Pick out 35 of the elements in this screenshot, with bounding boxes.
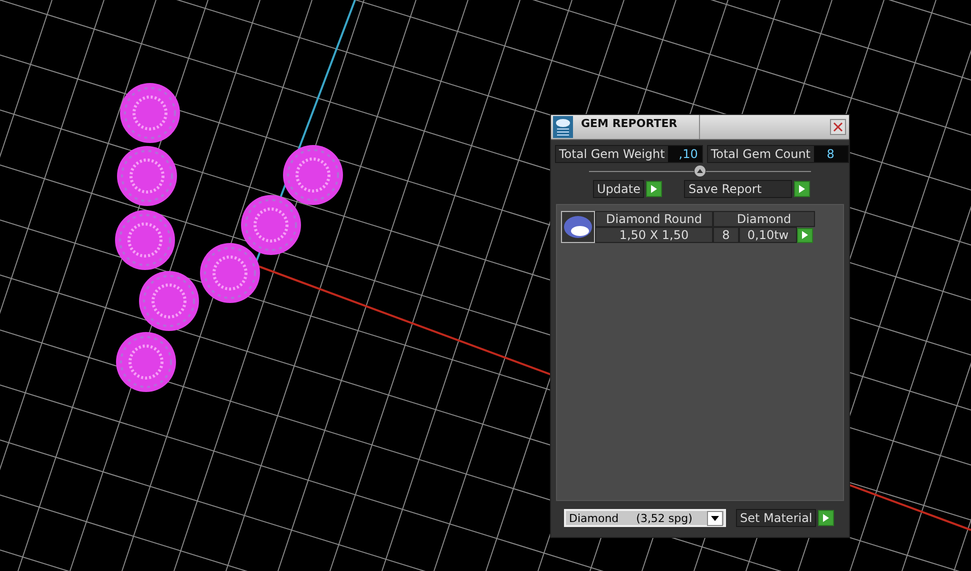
collapse-icon[interactable] [694, 165, 706, 177]
go-button[interactable] [818, 510, 834, 526]
action-button[interactable]: Update [593, 180, 644, 198]
window-title: GEM REPORTER [580, 116, 678, 130]
go-button[interactable] [797, 228, 813, 242]
dropdown-arrow-icon [711, 516, 719, 520]
gem-drawing[interactable] [139, 271, 199, 331]
close-button[interactable] [830, 119, 846, 135]
total-value: ,10 [668, 146, 702, 162]
play-icon [823, 514, 830, 522]
gem-drawing[interactable] [241, 195, 301, 255]
count-cell: 8 [713, 227, 739, 243]
play-icon [651, 185, 658, 193]
gem-drawing[interactable] [115, 210, 175, 270]
play-icon [802, 231, 808, 239]
gem-drawing[interactable] [116, 332, 176, 392]
gem-drawing[interactable] [120, 83, 180, 143]
gem-drawing[interactable] [283, 145, 343, 205]
total-label: Total Gem Count [710, 146, 812, 162]
close-icon [833, 122, 843, 132]
gem-list-icon [553, 116, 573, 138]
go-button[interactable] [646, 181, 662, 197]
play-icon [799, 185, 806, 193]
material-cell: Diamond [713, 211, 815, 227]
weight-cell: 0,10tw [739, 227, 797, 243]
action-button[interactable]: Save Report [684, 180, 792, 198]
total-label: Total Gem Weight [558, 146, 666, 162]
size-cell: 1,50 X 1,50 [595, 227, 713, 243]
gem-drawing[interactable] [117, 146, 177, 206]
go-button[interactable] [794, 181, 810, 197]
material-dropdown[interactable]: Diamond (3,52 spg) [564, 509, 726, 527]
gem-name-cell: Diamond Round [595, 211, 713, 227]
total-value: 8 [814, 146, 848, 162]
gem-drawing[interactable] [200, 243, 260, 303]
set-material-button[interactable]: Set Material [736, 509, 816, 527]
